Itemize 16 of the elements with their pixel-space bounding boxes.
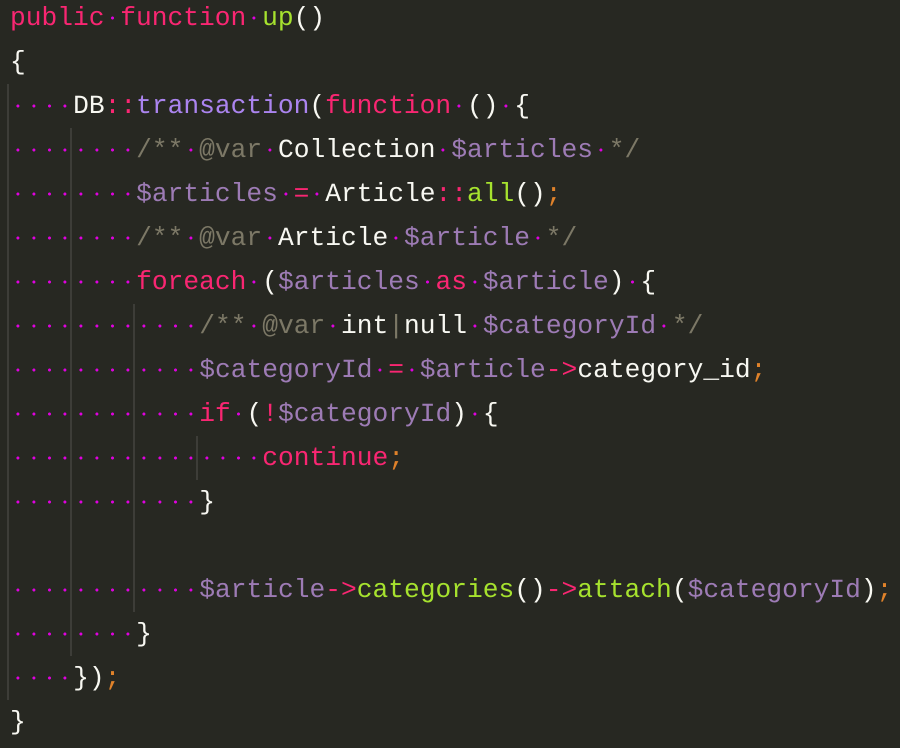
code-line: $article->categories()->attach($categoryId); (10, 568, 900, 612)
code-line: }); (10, 656, 900, 700)
code-line: $categoryId = $article->category_id; (10, 348, 900, 392)
code-line: $articles = Article::all(); (10, 172, 900, 216)
code-line: } (10, 706, 27, 739)
code-line: { (10, 46, 27, 79)
code-line: } (10, 480, 900, 524)
code-line: if (!$categoryId) { (10, 392, 900, 436)
code-line: DB::transaction(function () { (10, 84, 900, 128)
code-line: continue; (10, 436, 900, 480)
code-line: /** @var Collection $articles */ (10, 128, 900, 172)
code-line: public function up() (10, 0, 900, 40)
code-line: } (10, 612, 900, 656)
code-line: /** @var int|null $categoryId */ (10, 304, 900, 348)
code-line: /** @var Article $article */ (10, 216, 900, 260)
code-line: foreach ($articles as $article) { (10, 260, 900, 304)
